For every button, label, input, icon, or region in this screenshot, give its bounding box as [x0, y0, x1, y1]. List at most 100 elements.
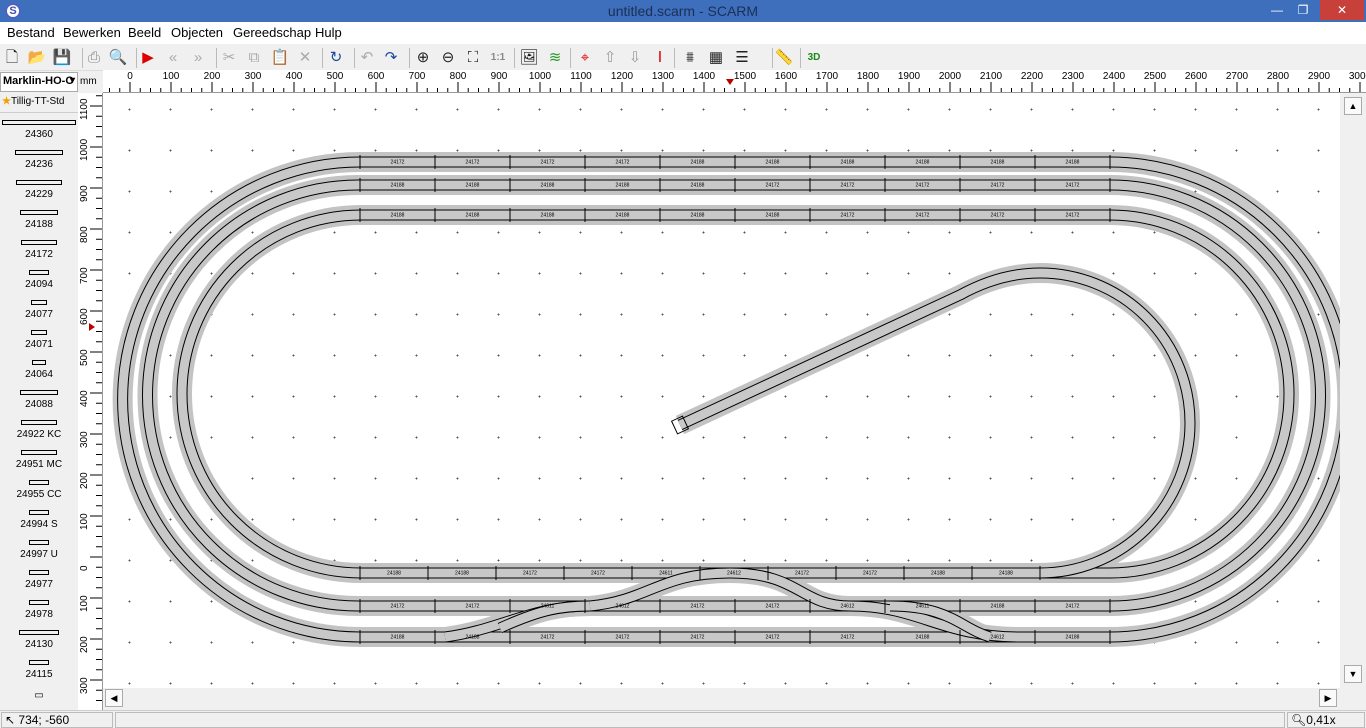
zoom-out-button[interactable]: ⊖: [437, 47, 459, 69]
status-message: [115, 712, 1285, 728]
track-piece-label: 24172: [841, 183, 855, 189]
track-piece-icon: [20, 390, 58, 395]
menu-bestand[interactable]: Bestand: [7, 25, 55, 40]
part-24994-s[interactable]: 24994 S: [0, 510, 78, 530]
tunnel-button[interactable]: ▦: [705, 47, 727, 69]
track-piece-label: 24172: [691, 635, 705, 641]
horizontal-scrollbar[interactable]: ◀ ▶: [103, 688, 1340, 710]
part-24094[interactable]: 24094: [0, 270, 78, 290]
rewind-button[interactable]: «: [162, 47, 184, 69]
ruler-label: 1800: [856, 71, 880, 82]
paste-button[interactable]: 📋: [269, 47, 291, 69]
ruler-label: 2500: [1143, 71, 1167, 82]
background-image-button[interactable]: 🖼: [518, 47, 540, 69]
cursor-coords: ↖ 734; -560: [1, 712, 113, 728]
layers-button[interactable]: ≋: [544, 47, 566, 69]
maximize-button[interactable]: ❐: [1290, 0, 1316, 20]
track-piece-label: 24172: [616, 160, 630, 166]
height-marker-button[interactable]: Ⅰ: [649, 47, 671, 69]
part-24088[interactable]: 24088: [0, 390, 78, 410]
track-piece-label: 24172: [863, 571, 877, 577]
bridge-button[interactable]: ⩩: [679, 47, 701, 69]
menu-gereedschap[interactable]: Gereedschap: [233, 25, 311, 40]
scroll-up-button[interactable]: ▲: [1344, 97, 1362, 115]
track-piece-icon: [21, 450, 57, 455]
scroll-right-button[interactable]: ▶: [1319, 689, 1337, 707]
measure-button[interactable]: 📏: [773, 47, 795, 69]
pointer-icon: ↖: [5, 713, 16, 727]
height-tool-button[interactable]: ⌖: [574, 47, 596, 69]
print-preview-button[interactable]: 🔍: [107, 47, 129, 69]
part-24130[interactable]: 24130: [0, 630, 78, 650]
part-24997-u[interactable]: 24997 U: [0, 540, 78, 560]
part-24978[interactable]: 24978: [0, 600, 78, 620]
layout-canvas[interactable]: 24172 24172 24172 24172 24188 24188 24188 24188…: [103, 93, 1340, 688]
raise-button[interactable]: ⇧: [599, 47, 621, 69]
track-piece-icon: [31, 330, 47, 335]
track-layout[interactable]: 24172 24172 24172 24172 24188 24188 24188 24188…: [103, 93, 1340, 688]
track-piece-label: 24172: [766, 635, 780, 641]
ruler-label: 2000: [938, 71, 962, 82]
track-piece-label: 24172: [916, 213, 930, 219]
zoom-in-button[interactable]: ⊕: [412, 47, 434, 69]
fit-button[interactable]: ⛶: [462, 47, 484, 69]
ruler-label: 2800: [1266, 71, 1290, 82]
rotate-button[interactable]: ↻: [325, 47, 347, 69]
track-piece-label: 24188: [616, 183, 630, 189]
track-lines-button[interactable]: ☰: [731, 47, 753, 69]
print-button[interactable]: ⎙: [83, 47, 105, 69]
vertical-scrollbar[interactable]: ▲ ▼: [1340, 93, 1366, 688]
redo-button[interactable]: ↷: [380, 47, 402, 69]
zoom-1-1-button[interactable]: 1:1: [487, 47, 509, 69]
new-file-button[interactable]: 🗋: [1, 47, 23, 69]
part-24115[interactable]: 24115: [0, 660, 78, 680]
menu-objecten[interactable]: Objecten: [171, 25, 223, 40]
ruler-label: 1200: [610, 71, 634, 82]
menu-bewerken[interactable]: Bewerken: [63, 25, 121, 40]
3d-button[interactable]: 3D: [803, 47, 825, 69]
track-piece-icon: [31, 300, 47, 305]
favorite-library[interactable]: ★Tillig-TT-Std: [0, 93, 78, 113]
part-24172[interactable]: 24172: [0, 240, 78, 260]
close-button[interactable]: ✕: [1320, 0, 1364, 20]
part-24236[interactable]: 24236: [0, 150, 78, 170]
lower-button[interactable]: ⇩: [624, 47, 646, 69]
track-piece-icon: [19, 630, 59, 635]
track-piece-label: 24188: [455, 571, 469, 577]
cut-button[interactable]: ✂: [218, 47, 240, 69]
part-24955-cc[interactable]: 24955 CC: [0, 480, 78, 500]
track-piece-label: 24188: [991, 160, 1005, 166]
menu-hulp[interactable]: Hulp: [315, 25, 342, 40]
track-piece-label: 24172: [523, 571, 537, 577]
ruler-label: 3000: [1348, 71, 1366, 82]
scroll-left-button[interactable]: ◀: [105, 689, 123, 707]
part-label: 24955 CC: [16, 489, 62, 500]
ruler-label: 100: [162, 71, 180, 82]
scroll-down-button[interactable]: ▼: [1344, 665, 1362, 683]
toolbar-separator: [570, 48, 571, 68]
library-dropdown[interactable]: Marklin-HO-C: [0, 72, 78, 92]
track-piece-label: 24172: [691, 604, 705, 610]
part-24188[interactable]: 24188: [0, 210, 78, 230]
status-bar: ↖ 734; -560 🔍︎0,41x: [0, 710, 1366, 728]
fast-forward-button[interactable]: »: [187, 47, 209, 69]
run-button[interactable]: ▶: [137, 47, 159, 69]
part-24071[interactable]: 24071: [0, 330, 78, 350]
spur-loop-rails[interactable]: [677, 267, 1196, 579]
undo-button[interactable]: ↶: [356, 47, 378, 69]
copy-button[interactable]: ⧉: [243, 47, 265, 69]
part-24977[interactable]: 24977: [0, 570, 78, 590]
part-24951-mc[interactable]: 24951 MC: [0, 450, 78, 470]
menu-beeld[interactable]: Beeld: [128, 25, 161, 40]
delete-button[interactable]: ✕: [294, 47, 316, 69]
part-24922-kc[interactable]: 24922 KC: [0, 420, 78, 440]
part-24064[interactable]: 24064: [0, 360, 78, 380]
save-button[interactable]: 💾: [51, 47, 73, 69]
open-folder-button[interactable]: 📂: [26, 47, 48, 69]
toolbar-separator: [514, 48, 515, 68]
part-24360[interactable]: 24360: [0, 120, 78, 140]
minimize-button[interactable]: —: [1264, 0, 1290, 20]
part-24077[interactable]: 24077: [0, 300, 78, 320]
part-label: 24951 MC: [15, 459, 63, 470]
part-24229[interactable]: 24229: [0, 180, 78, 200]
